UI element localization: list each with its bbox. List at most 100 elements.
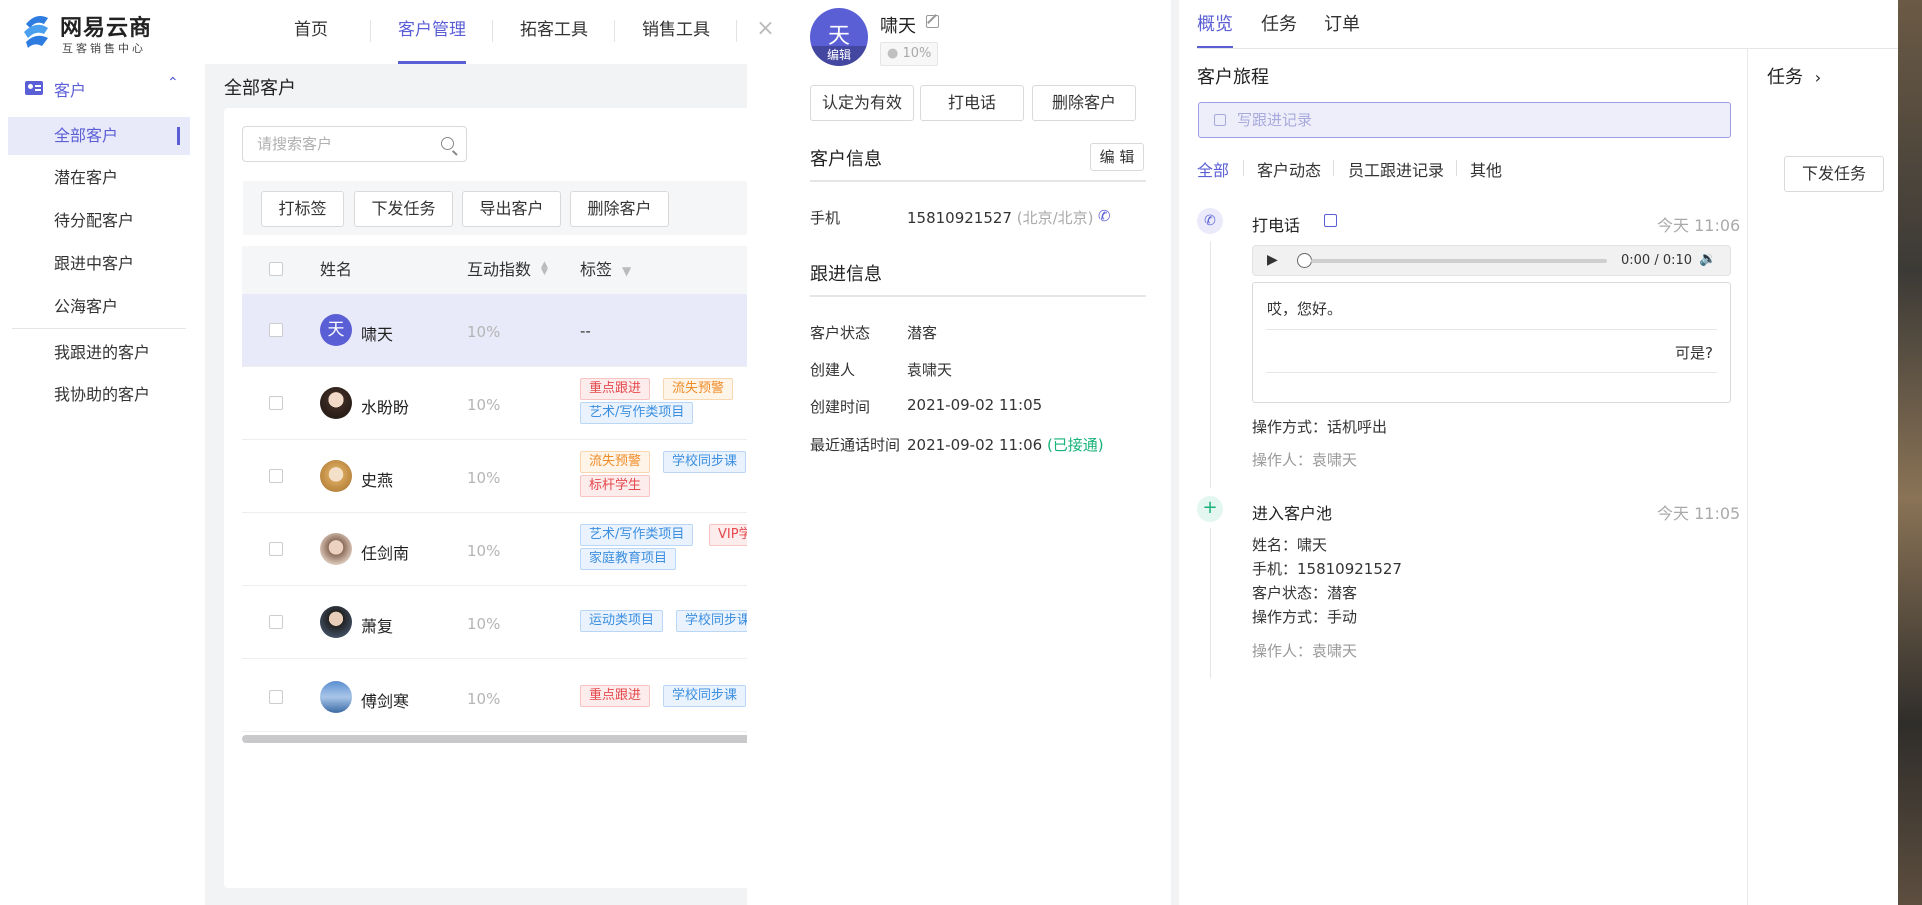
filter-icon[interactable]: ▼ <box>622 264 631 278</box>
row-checkbox[interactable] <box>269 396 283 410</box>
detail-score: 10% <box>902 46 932 61</box>
row-checkbox[interactable] <box>269 690 283 704</box>
detail-score-badge: ● 10% <box>880 42 939 66</box>
event-title: 打电话 <box>1252 216 1301 235</box>
background-photo-strip <box>1898 0 1922 905</box>
chevron-up-icon: ⌃ <box>167 75 179 91</box>
column-divider <box>1747 48 1748 905</box>
call-button[interactable]: 打电话 <box>920 85 1024 121</box>
assign-task-button[interactable]: 下发任务 <box>354 191 453 227</box>
nav-tab-sales-tools[interactable]: 销售工具 <box>642 0 710 64</box>
customer-name[interactable]: 啸天 <box>361 321 393 345</box>
filter-divider <box>1333 160 1334 176</box>
audio-time: 0:00 / 0:10 <box>1621 253 1693 268</box>
sidebar-item-my-followed[interactable]: 我跟进的客户 <box>8 334 190 372</box>
field-label: 最近通话时间 <box>810 436 901 454</box>
sidebar-item-public-pool[interactable]: 公海客户 <box>8 288 190 326</box>
column-header-score[interactable]: 互动指数 <box>467 246 531 294</box>
sort-icon[interactable]: ▲ ▼ <box>541 261 548 277</box>
tabs-divider <box>1197 48 1898 49</box>
mark-valid-button[interactable]: 认定为有效 <box>810 85 914 121</box>
tag-button[interactable]: 打标签 <box>261 191 344 227</box>
event-detail: 客户状态：潜客 <box>1252 584 1358 602</box>
tag: 家庭教育项目 <box>580 548 677 570</box>
transcript-line: 可是? <box>1675 344 1713 362</box>
customer-name[interactable]: 傅剑寒 <box>361 688 409 712</box>
nav-divider <box>492 20 493 42</box>
avatar <box>320 681 352 713</box>
delete-customers-button[interactable]: 删除客户 <box>570 191 669 227</box>
assign-task-button[interactable]: 下发任务 <box>1784 156 1884 192</box>
event-operator: 操作人：袁啸天 <box>1252 451 1358 469</box>
customer-info-title: 客户信息 <box>810 149 882 170</box>
sidebar-item-following[interactable]: 跟进中客户 <box>8 245 190 283</box>
select-all-checkbox[interactable] <box>269 262 283 276</box>
close-icon[interactable]: × <box>747 0 784 60</box>
tag: 流失预警 <box>580 451 651 473</box>
write-followup-input[interactable]: 写跟进记录 <box>1198 102 1731 138</box>
horizontal-scrollbar[interactable] <box>242 735 784 743</box>
row-checkbox[interactable] <box>269 469 283 483</box>
sidebar-item-my-assisted[interactable]: 我协助的客户 <box>8 376 190 414</box>
customer-name[interactable]: 史燕 <box>361 467 393 491</box>
transcript-divider <box>1266 372 1717 373</box>
customer-name[interactable]: 萧复 <box>361 613 393 637</box>
play-icon[interactable]: ▶ <box>1267 252 1278 268</box>
tag: 学校同步课 <box>663 451 747 473</box>
row-checkbox[interactable] <box>269 323 283 337</box>
seek-bar[interactable] <box>1311 259 1607 263</box>
nav-tab-customers[interactable]: 客户管理 <box>398 0 466 64</box>
filter-customer-activity[interactable]: 客户动态 <box>1257 157 1321 181</box>
tag: 重点跟进 <box>580 685 651 707</box>
tab-overview[interactable]: 概览 <box>1197 10 1233 48</box>
tag: 运动类项目 <box>580 610 664 632</box>
task-title: 任务 <box>1767 67 1803 88</box>
search-input[interactable] <box>257 127 437 161</box>
nav-tab-home[interactable]: 首页 <box>282 0 340 64</box>
search-icon[interactable] <box>441 137 458 155</box>
task-section-title[interactable]: 任务 › <box>1767 63 1821 89</box>
audio-player[interactable]: ▶ 0:00 / 0:10 🔉 <box>1252 245 1731 276</box>
sidebar-item-potential[interactable]: 潜在客户 <box>8 159 190 197</box>
row-checkbox[interactable] <box>269 542 283 556</box>
volume-icon[interactable]: 🔉 <box>1699 251 1716 267</box>
tag-empty: -- <box>580 322 591 340</box>
journey-title: 客户旅程 <box>1197 67 1269 88</box>
avatar <box>320 533 352 565</box>
event-detail: 操作方式：手动 <box>1252 608 1358 626</box>
avatar-edit-label[interactable]: 编辑 <box>810 46 868 66</box>
field-value: 袁啸天 <box>907 361 953 379</box>
edit-info-button[interactable]: 编 辑 <box>1090 143 1144 171</box>
row-checkbox[interactable] <box>269 615 283 629</box>
filter-staff-records[interactable]: 员工跟进记录 <box>1348 157 1444 181</box>
filter-all[interactable]: 全部 <box>1197 157 1229 181</box>
transcript-line: 哎，您好。 <box>1267 300 1343 318</box>
sidebar-divider <box>12 328 186 329</box>
nav-divider <box>370 20 371 42</box>
field-label: 客户状态 <box>810 324 871 342</box>
customer-name[interactable]: 任剑南 <box>361 540 409 564</box>
sidebar-group-label: 客户 <box>54 81 87 100</box>
filter-other[interactable]: 其他 <box>1470 157 1502 181</box>
phone-call-icon[interactable]: ✆ <box>1098 207 1111 225</box>
write-followup-placeholder: 写跟进记录 <box>1237 111 1313 129</box>
delete-customer-button[interactable]: 删除客户 <box>1032 85 1136 121</box>
export-customers-button[interactable]: 导出客户 <box>462 191 561 227</box>
avatar <box>320 387 352 419</box>
brand-logo[interactable]: 网易云商 互客销售中心 <box>22 8 162 55</box>
sidebar-item-all-customers[interactable]: 全部客户 <box>8 117 190 155</box>
edit-name-icon[interactable] <box>926 14 939 28</box>
sidebar-item-to-assign[interactable]: 待分配客户 <box>8 202 190 240</box>
nav-tab-prospect-tools[interactable]: 拓客工具 <box>520 0 588 64</box>
customer-name[interactable]: 水盼盼 <box>361 394 409 418</box>
detail-avatar[interactable]: 天 编辑 <box>810 8 868 66</box>
section-divider <box>810 180 1146 182</box>
search-box[interactable] <box>242 126 467 162</box>
tab-tasks[interactable]: 任务 <box>1261 10 1297 48</box>
edit-icon[interactable] <box>1324 214 1337 227</box>
event-time: 今天 11:05 <box>1657 504 1741 523</box>
seek-handle[interactable] <box>1297 253 1312 268</box>
tab-orders[interactable]: 订单 <box>1324 10 1360 48</box>
interaction-score: 10% <box>467 615 501 633</box>
column-header-tags: 标签 <box>580 260 613 279</box>
